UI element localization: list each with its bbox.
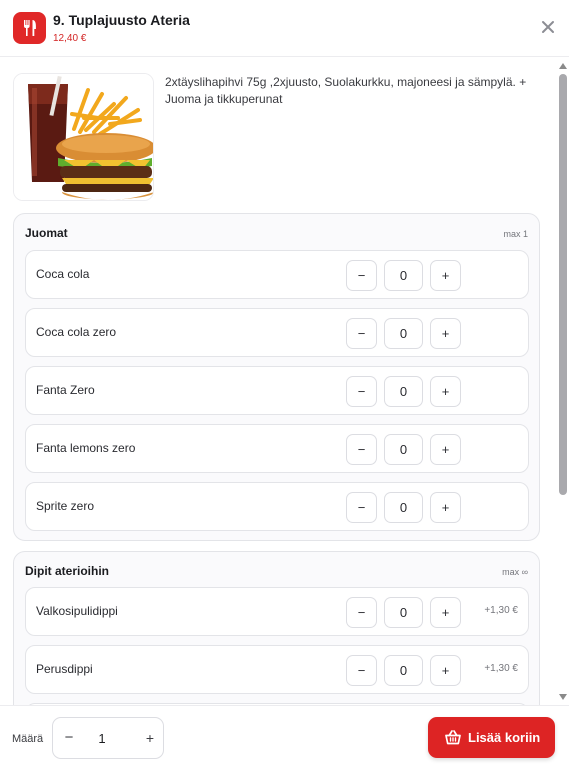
increase-button[interactable]: + [430,492,461,523]
decrease-button[interactable]: − [346,434,377,465]
scroll-down-icon[interactable] [559,694,567,700]
decrease-button[interactable]: − [346,376,377,407]
group-title: Juomat [25,226,68,240]
dialog-header: 9. Tuplajuusto Ateria 12,40 € [0,0,569,57]
quantity-input[interactable]: 0 [384,434,423,465]
add-to-cart-label: Lisää koriin [468,730,541,745]
decrease-button[interactable]: − [346,597,377,628]
option-item: Coca cola zero − 0 + [25,308,529,357]
group-max: max ∞ [502,567,528,577]
option-name: Fanta Zero [36,383,95,397]
increase-button[interactable]: + [430,260,461,291]
quantity-input[interactable]: 0 [384,260,423,291]
option-name: Perusdippi [36,662,93,676]
restaurant-icon [13,12,46,44]
increase-button[interactable]: + [430,376,461,407]
dialog-body[interactable]: 2xtäyslihapihvi 75g ,2xjuusto, Suolakurk… [0,58,569,705]
add-to-cart-button[interactable]: Lisää koriin [428,717,555,758]
scroll-up-icon[interactable] [559,63,567,69]
option-name: Coca cola [36,267,90,281]
product-description: 2xtäyslihapihvi 75g ,2xjuusto, Suolakurk… [165,75,527,106]
increase-button[interactable]: + [430,434,461,465]
option-item: Coca cola − 0 + [25,250,529,299]
close-icon[interactable] [538,17,558,37]
quantity-input[interactable]: 0 [384,376,423,407]
option-item: Fanta Zero − 0 + [25,366,529,415]
option-group-juomat: Juomat max 1 Coca cola − 0 + Coca cola z… [13,213,540,541]
option-item: Perusdippi − 0 + +1,30 € [25,645,529,694]
decrease-button[interactable]: − [346,655,377,686]
option-item: Sprite zero − 0 + [25,482,529,531]
decrease-quantity-button[interactable]: − [61,730,77,746]
increase-button[interactable]: + [430,597,461,628]
option-price: +1,30 € [484,663,518,674]
quantity-stepper: − 1 + [52,717,164,759]
decrease-button[interactable]: − [346,318,377,349]
option-name: Sprite zero [36,499,95,513]
quantity-label: Määrä [12,733,44,745]
basket-icon [445,730,461,745]
option-price: +1,30 € [484,605,518,616]
decrease-button[interactable]: − [346,492,377,523]
increase-button[interactable]: + [430,318,461,349]
quantity-input[interactable]: 0 [384,318,423,349]
option-name: Coca cola zero [36,325,117,339]
option-item: Valkosipulidippi − 0 + +1,30 € [25,587,529,636]
quantity-input[interactable]: 0 [384,655,423,686]
item-price: 12,40 € [53,33,87,44]
option-name: Valkosipulidippi [36,604,118,618]
quantity-input[interactable]: 0 [384,597,423,628]
option-name: Fanta lemons zero [36,441,136,455]
increase-button[interactable]: + [430,655,461,686]
quantity-input[interactable]: 0 [384,492,423,523]
group-max: max 1 [503,229,528,239]
product-image [13,73,154,201]
option-item: Fanta lemons zero − 0 + [25,424,529,473]
quantity-value[interactable]: 1 [91,730,113,747]
scrollbar-thumb[interactable] [559,74,567,495]
dialog-title: 9. Tuplajuusto Ateria [53,12,190,28]
group-title: Dipit aterioihin [25,564,109,578]
dialog-footer: Määrä − 1 + Lisää koriin [0,705,569,767]
decrease-button[interactable]: − [346,260,377,291]
option-group-dipit: Dipit aterioihin max ∞ Valkosipulidippi … [13,551,540,705]
increase-quantity-button[interactable]: + [142,730,158,746]
